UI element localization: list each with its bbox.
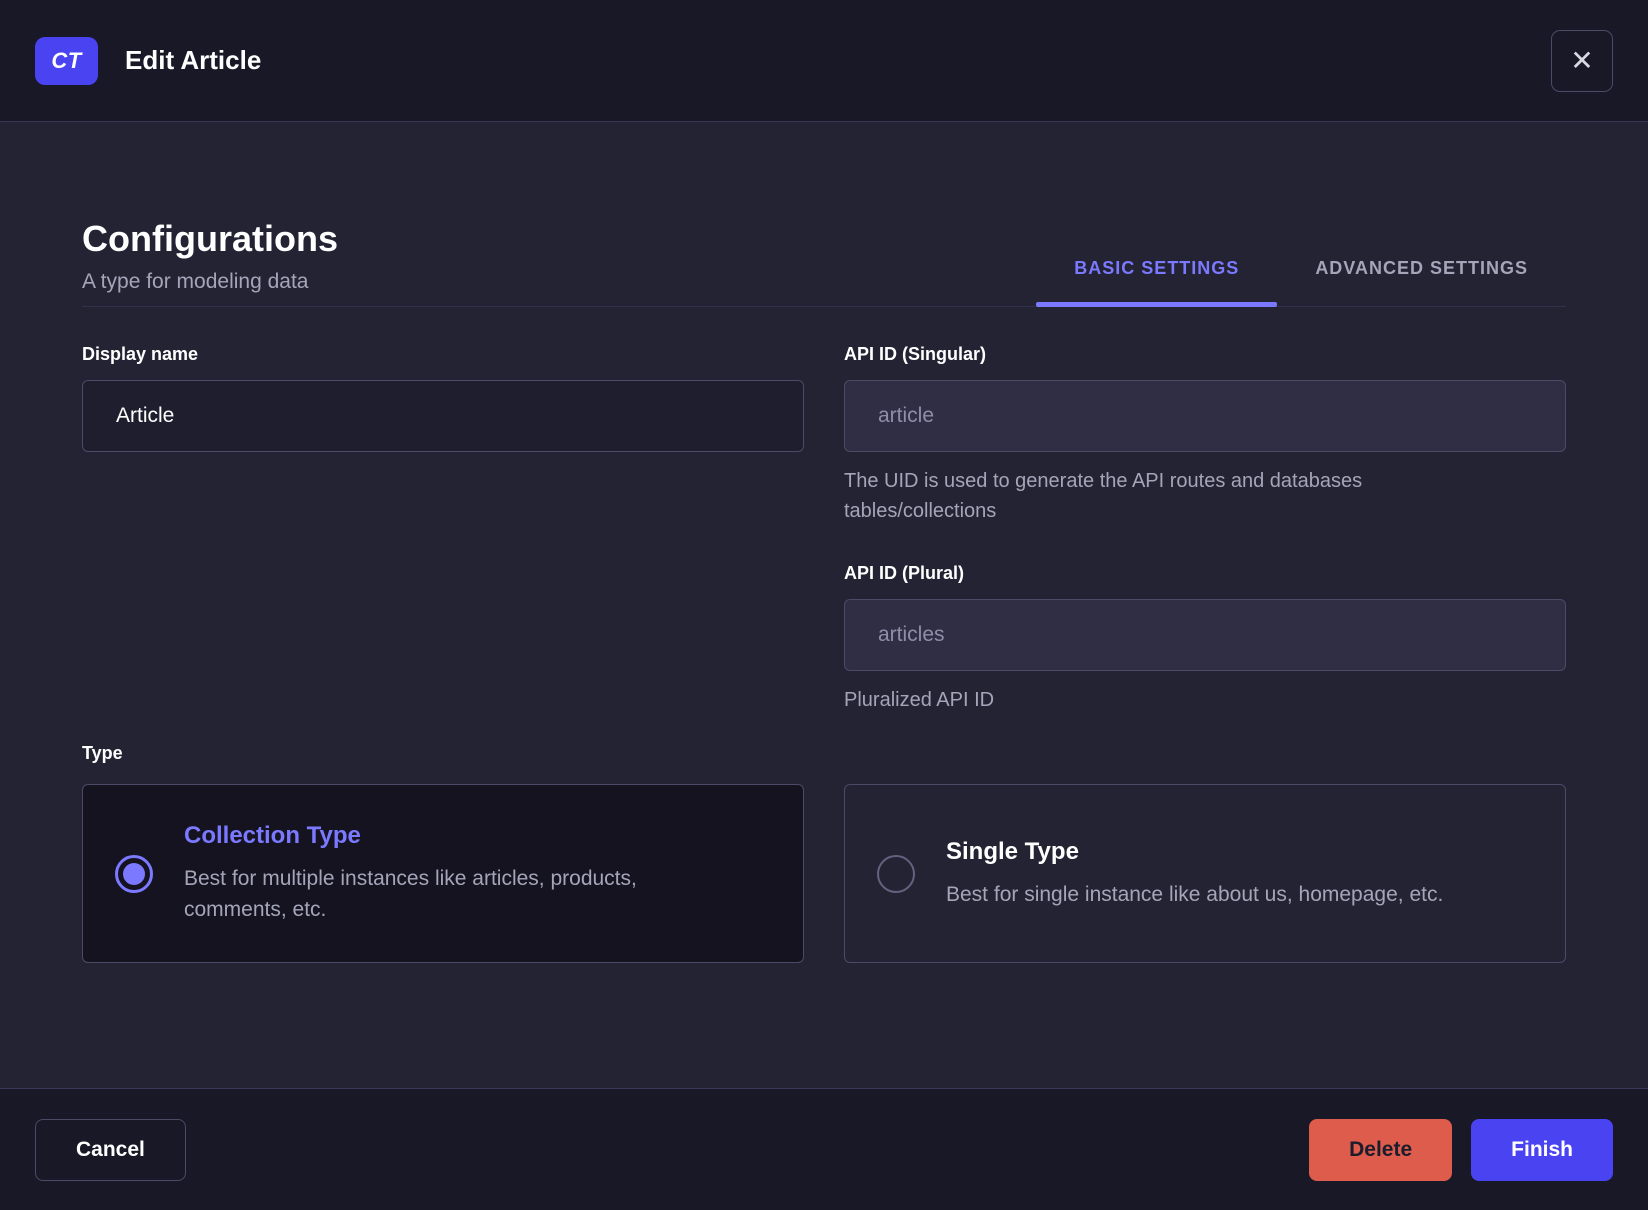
modal-title: Edit Article bbox=[125, 45, 262, 75]
tab-basic-settings[interactable]: BASIC SETTINGS bbox=[1036, 258, 1278, 307]
configurations-heading-block: Configurations A type for modeling data bbox=[82, 218, 338, 306]
modal-footer: Cancel Delete Finish bbox=[0, 1088, 1648, 1210]
collection-type-card[interactable]: Collection Type Best for multiple instan… bbox=[82, 784, 804, 963]
api-id-plural-input[interactable] bbox=[844, 599, 1566, 671]
api-id-plural-label: API ID (Plural) bbox=[844, 563, 965, 583]
finish-button[interactable]: Finish bbox=[1471, 1118, 1613, 1181]
settings-tabs: BASIC SETTINGS ADVANCED SETTINGS bbox=[1036, 258, 1566, 307]
configurations-header: Configurations A type for modeling data … bbox=[82, 218, 1566, 307]
single-type-radio[interactable] bbox=[877, 854, 915, 893]
api-id-singular-field: API ID (Singular) The UID is used to gen… bbox=[844, 344, 1566, 526]
close-button[interactable]: ✕ bbox=[1551, 29, 1613, 92]
api-id-singular-helper: The UID is used to generate the API rout… bbox=[844, 470, 1363, 522]
type-options: Collection Type Best for multiple instan… bbox=[82, 784, 1566, 963]
modal-header: CT Edit Article ✕ bbox=[0, 0, 1648, 122]
display-name-field: Display name bbox=[82, 344, 804, 452]
configuration-form: Display name API ID (Singular) The UID i… bbox=[82, 344, 1566, 715]
api-id-plural-field: API ID (Plural) Pluralized API ID bbox=[844, 563, 1566, 715]
single-type-description: Best for single instance like about us, … bbox=[946, 882, 1444, 906]
close-icon: ✕ bbox=[1570, 44, 1594, 76]
type-label: Type bbox=[82, 743, 123, 763]
page-subtitle: A type for modeling data bbox=[82, 270, 309, 293]
api-id-singular-label: API ID (Singular) bbox=[844, 344, 987, 364]
single-type-card[interactable]: Single Type Best for single instance lik… bbox=[844, 784, 1566, 963]
collection-type-title: Collection Type bbox=[184, 822, 361, 849]
api-id-singular-input[interactable] bbox=[844, 380, 1566, 452]
form-left-column: Display name bbox=[82, 344, 804, 715]
form-right-column: API ID (Singular) The UID is used to gen… bbox=[844, 344, 1566, 715]
collection-type-radio[interactable] bbox=[115, 854, 153, 893]
type-section: Type Collection Type Best for multiple i… bbox=[82, 743, 1566, 963]
content-type-badge-label: CT bbox=[51, 47, 82, 73]
display-name-input[interactable] bbox=[82, 380, 804, 452]
single-type-title: Single Type bbox=[946, 837, 1079, 865]
modal-body: Configurations A type for modeling data … bbox=[0, 122, 1648, 1088]
collection-type-text: Collection Type Best for multiple instan… bbox=[184, 822, 734, 925]
delete-button[interactable]: Delete bbox=[1309, 1118, 1453, 1181]
content-type-badge: CT bbox=[35, 36, 98, 85]
single-type-text: Single Type Best for single instance lik… bbox=[946, 838, 1443, 910]
display-name-label: Display name bbox=[82, 344, 199, 364]
api-id-plural-helper: Pluralized API ID bbox=[844, 689, 995, 711]
tab-advanced-settings[interactable]: ADVANCED SETTINGS bbox=[1277, 258, 1566, 306]
collection-type-description: Best for multiple instances like article… bbox=[184, 867, 637, 921]
page-title: Configurations bbox=[82, 218, 338, 259]
cancel-button[interactable]: Cancel bbox=[35, 1118, 186, 1181]
